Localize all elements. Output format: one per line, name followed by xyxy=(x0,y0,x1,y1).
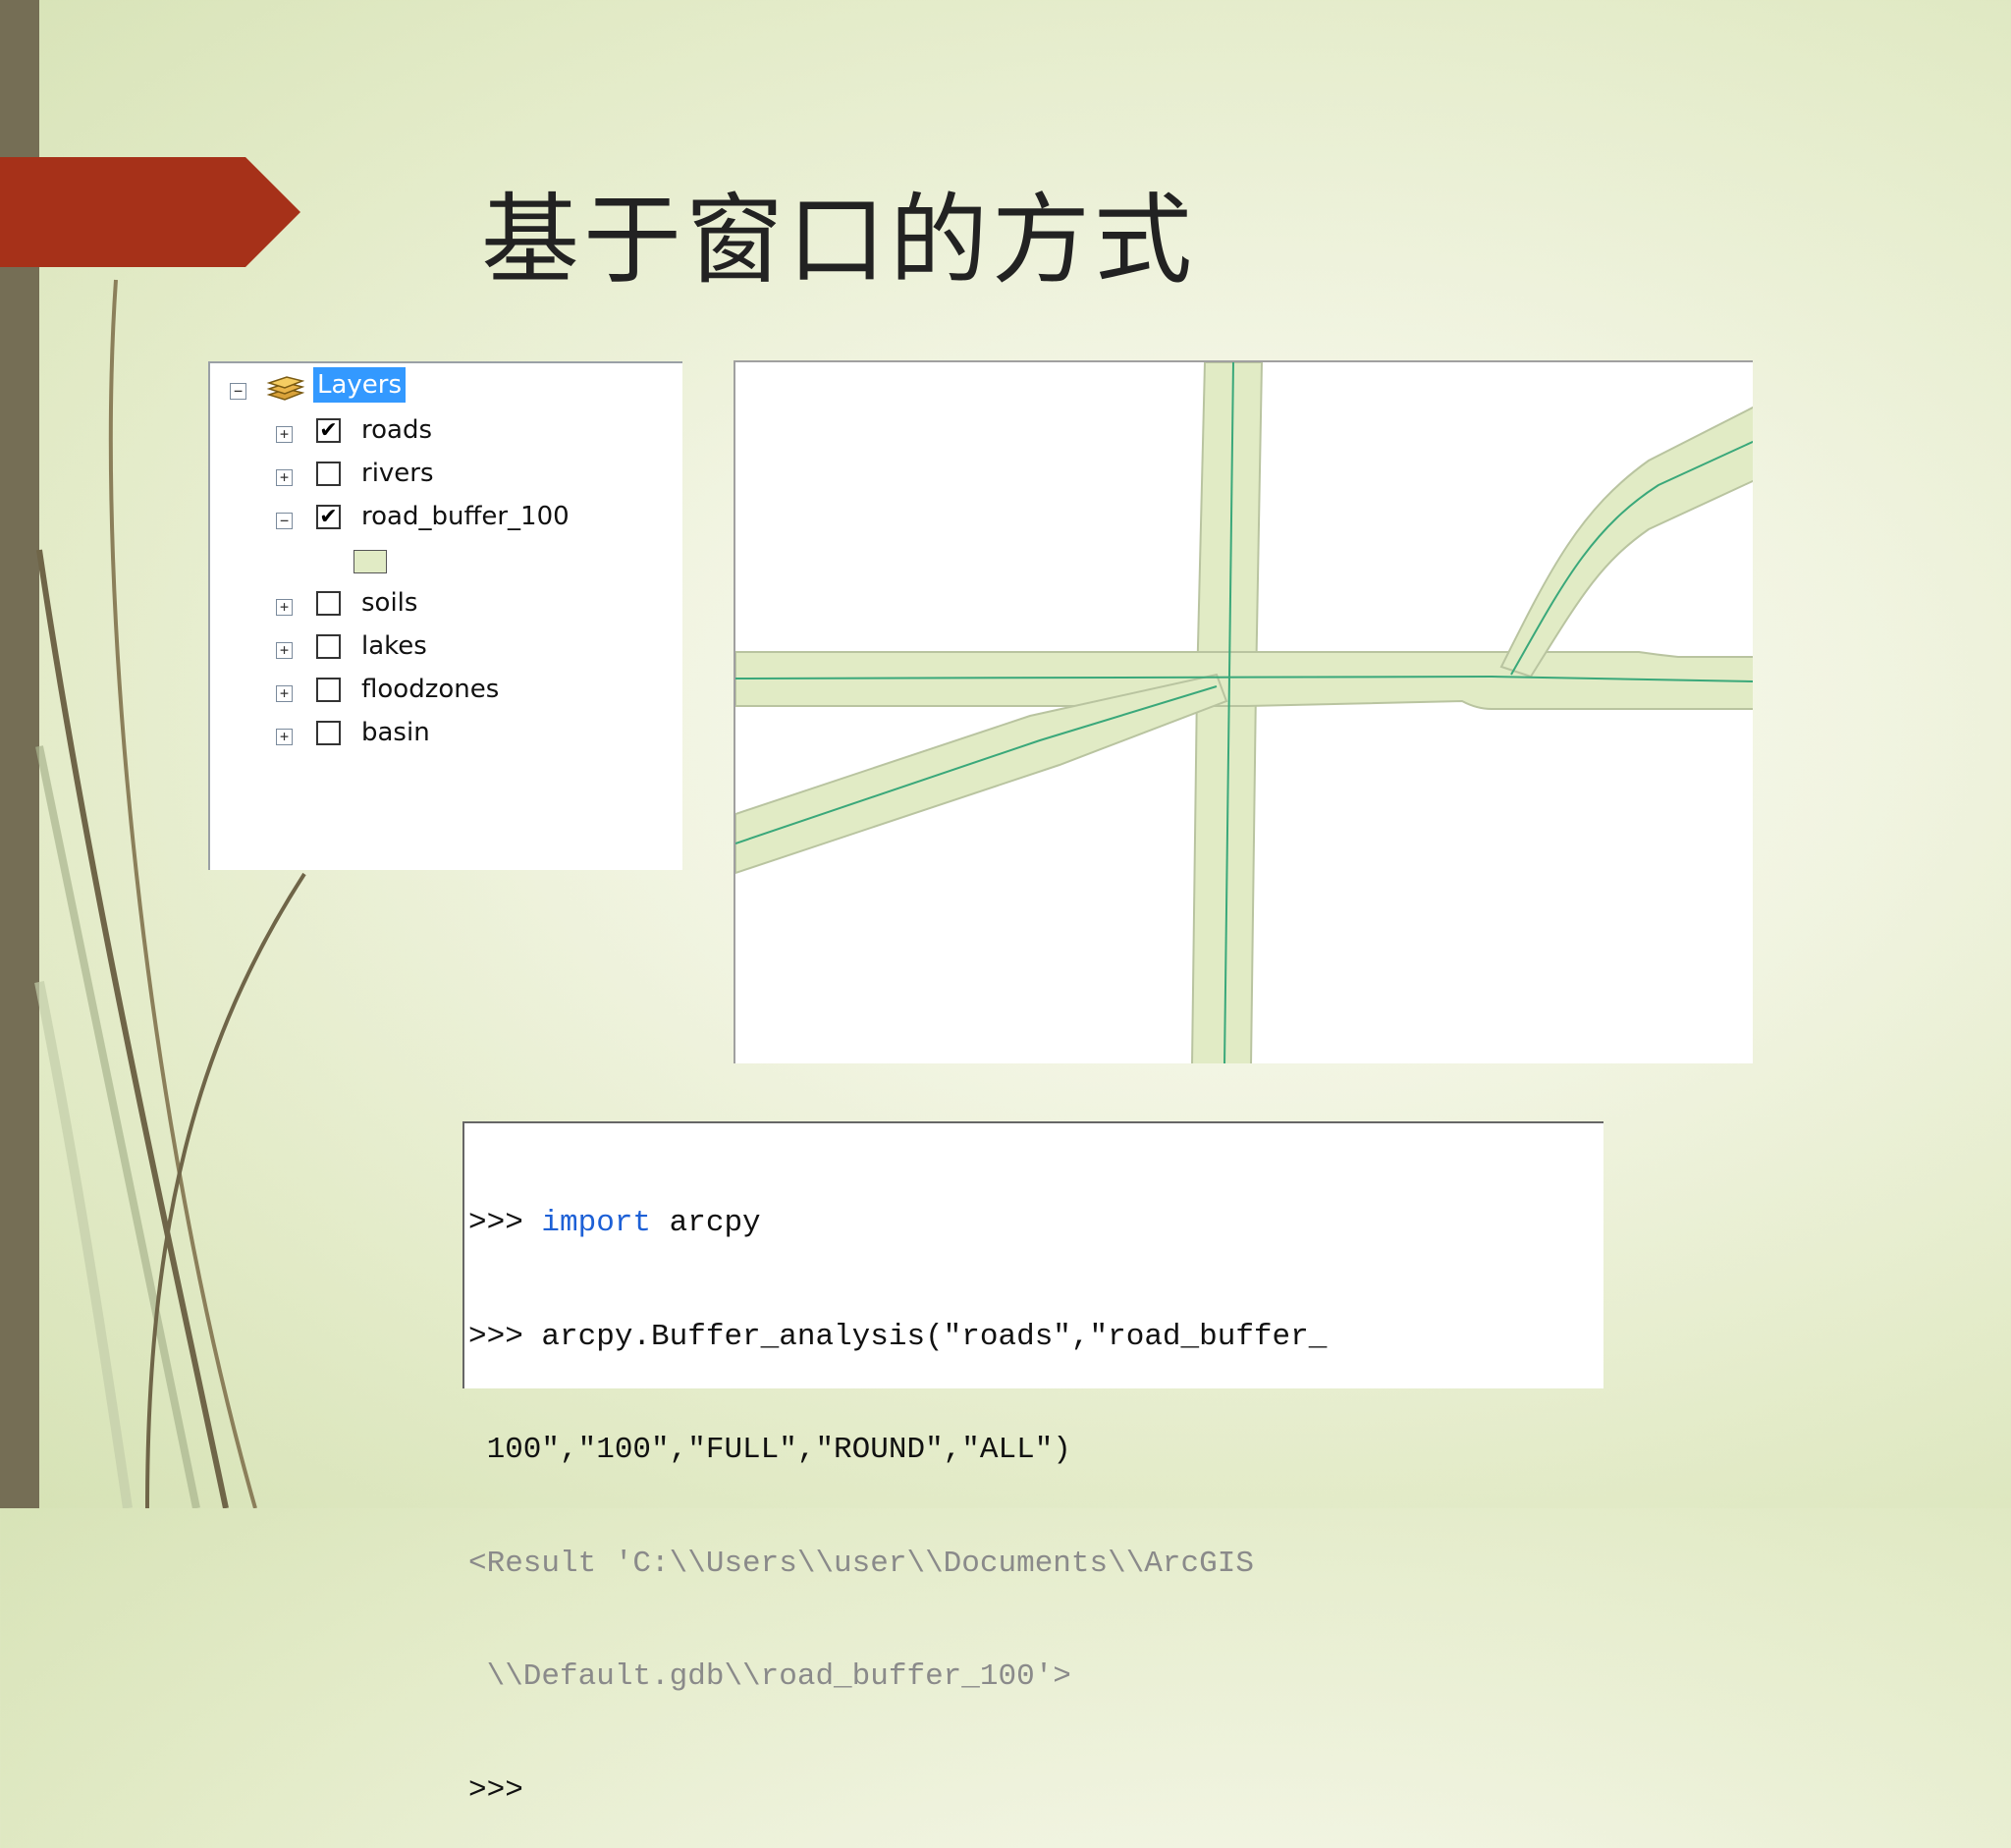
road-buffer-map[interactable] xyxy=(735,362,1753,1063)
road-buffer-100-checkbox[interactable]: ✔ xyxy=(316,505,341,529)
basin-checkbox[interactable] xyxy=(316,721,341,745)
console-line-prompt[interactable]: >>> xyxy=(468,1772,1603,1811)
expand-floodzones-icon[interactable]: + xyxy=(276,685,293,702)
expand-roads-icon[interactable]: + xyxy=(276,426,293,443)
python-console[interactable]: >>> import arcpy >>> arcpy.Buffer_analys… xyxy=(462,1121,1603,1808)
expand-lakes-icon[interactable]: + xyxy=(276,642,293,659)
layer-label-road-buffer-100[interactable]: road_buffer_100 xyxy=(361,499,570,534)
layer-label-basin[interactable]: basin xyxy=(361,715,430,750)
console-line-1-text: arcpy xyxy=(651,1206,761,1240)
expand-basin-icon[interactable]: + xyxy=(276,729,293,745)
console-prompt: >>> xyxy=(468,1206,523,1240)
layer-label-soils[interactable]: soils xyxy=(361,585,417,621)
layer-label-roads[interactable]: roads xyxy=(361,412,432,448)
road-buffer-symbol-swatch[interactable] xyxy=(353,550,387,573)
console-line-2-text: arcpy.Buffer_analysis("roads","road_buff… xyxy=(522,1319,1328,1354)
lakes-checkbox[interactable] xyxy=(316,634,341,659)
soils-checkbox[interactable] xyxy=(316,591,341,616)
rivers-checkbox[interactable] xyxy=(316,462,341,486)
console-keyword-import: import xyxy=(541,1206,652,1240)
floodzones-checkbox[interactable] xyxy=(316,678,341,702)
table-of-contents: − Layers + ✔ roads + rivers − ✔ road_buf… xyxy=(208,361,682,870)
collapse-road-buffer-icon[interactable]: − xyxy=(276,513,293,529)
console-result-line-2: \\Default.gdb\\road_buffer_100'> xyxy=(468,1659,1071,1694)
layers-root-label[interactable]: Layers xyxy=(313,367,407,403)
console-prompt: >>> xyxy=(468,1772,523,1808)
console-prompt: >>> xyxy=(468,1319,523,1354)
layers-stack-icon xyxy=(266,376,304,401)
layer-label-rivers[interactable]: rivers xyxy=(361,456,434,491)
map-view[interactable] xyxy=(734,360,1753,1063)
slide-title: 基于窗口的方式 xyxy=(481,183,1196,298)
console-line-1: >>> import arcpy xyxy=(468,1205,1603,1243)
title-ribbon xyxy=(0,157,300,267)
collapse-layers-icon[interactable]: − xyxy=(230,383,246,400)
console-line-2: >>> arcpy.Buffer_analysis("roads","road_… xyxy=(468,1319,1603,1357)
buffer-polygons xyxy=(735,362,1753,1063)
console-line-3: 100","100","FULL","ROUND","ALL") xyxy=(468,1433,1071,1467)
layer-label-floodzones[interactable]: floodzones xyxy=(361,672,499,707)
roads-checkbox[interactable]: ✔ xyxy=(316,418,341,443)
layer-label-lakes[interactable]: lakes xyxy=(361,628,427,664)
expand-rivers-icon[interactable]: + xyxy=(276,469,293,486)
console-result-line-1: <Result 'C:\\Users\\user\\Documents\\Arc… xyxy=(468,1546,1254,1581)
expand-soils-icon[interactable]: + xyxy=(276,599,293,616)
